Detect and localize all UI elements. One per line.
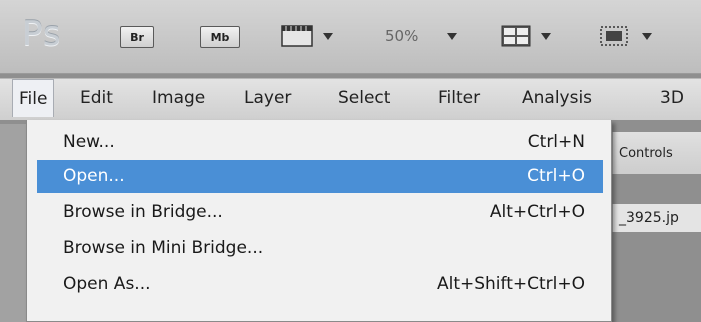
menu-item-shortcut: Ctrl+O xyxy=(527,166,585,186)
menu-item-shortcut: Alt+Shift+Ctrl+O xyxy=(436,274,585,294)
bridge-button[interactable]: Br xyxy=(120,26,154,48)
file-menu-browse-in-mini-bridge[interactable]: Browse in Mini Bridge... xyxy=(37,232,603,265)
screen-mode-button[interactable] xyxy=(598,22,658,52)
menu-filter-label: Filter xyxy=(438,88,481,108)
controls-panel-tab[interactable]: Controls xyxy=(612,132,701,174)
application-bar: Ps Br Mb 50% xyxy=(0,0,701,74)
menu-3d-label: 3D xyxy=(660,88,684,108)
chevron-down-icon xyxy=(323,33,333,40)
controls-panel-label: Controls xyxy=(619,145,673,161)
menu-image-label: Image xyxy=(152,88,206,108)
file-menu-dropdown: New... Ctrl+N Open... Ctrl+O Browse in B… xyxy=(26,120,612,322)
menu-3d[interactable]: 3D xyxy=(660,79,684,117)
menu-edit[interactable]: Edit xyxy=(80,79,113,117)
menu-layer-label: Layer xyxy=(244,88,292,108)
menu-edit-label: Edit xyxy=(80,88,113,108)
view-extras-button[interactable] xyxy=(280,22,334,52)
menu-item-shortcut: Alt+Ctrl+O xyxy=(489,202,585,222)
menu-item-label: Open... xyxy=(63,166,125,186)
chevron-down-icon[interactable] xyxy=(447,33,457,40)
chevron-down-icon xyxy=(541,33,551,40)
menu-item-shortcut: Ctrl+N xyxy=(527,132,585,152)
menu-select[interactable]: Select xyxy=(338,79,390,117)
menu-select-label: Select xyxy=(338,88,391,108)
menu-file[interactable]: File xyxy=(12,79,55,117)
menu-layer[interactable]: Layer xyxy=(244,79,291,117)
menu-analysis-label: Analysis xyxy=(522,88,593,108)
view-extras-icon xyxy=(281,25,313,47)
mini-bridge-button[interactable]: Mb xyxy=(200,26,240,48)
menu-filter[interactable]: Filter xyxy=(438,79,480,117)
menu-item-label: Browse in Mini Bridge... xyxy=(63,238,264,258)
arrange-documents-button[interactable] xyxy=(500,22,554,52)
zoom-level[interactable]: 50% xyxy=(385,27,418,45)
screen-mode-icon xyxy=(600,26,628,46)
arrange-documents-icon xyxy=(501,25,531,47)
bridge-label: Br xyxy=(130,30,144,44)
menu-item-label: Open As... xyxy=(63,274,151,294)
menu-item-label: New... xyxy=(63,132,115,152)
tools-panel-edge xyxy=(0,124,26,322)
menu-analysis[interactable]: Analysis xyxy=(522,79,592,117)
menu-image[interactable]: Image xyxy=(152,79,205,117)
mini-bridge-label: Mb xyxy=(210,30,230,44)
file-menu-browse-in-bridge[interactable]: Browse in Bridge... Alt+Ctrl+O xyxy=(37,196,603,229)
menu-item-label: Browse in Bridge... xyxy=(63,202,223,222)
document-tab-label: _3925.jp xyxy=(619,210,679,226)
file-menu-open-as[interactable]: Open As... Alt+Shift+Ctrl+O xyxy=(37,268,603,301)
photoshop-logo: Ps xyxy=(22,14,62,54)
chevron-down-icon xyxy=(642,33,652,40)
file-menu-new[interactable]: New... Ctrl+N xyxy=(37,126,603,159)
menu-file-label: File xyxy=(19,88,48,109)
file-menu-next-item[interactable] xyxy=(37,304,603,322)
file-menu-open[interactable]: Open... Ctrl+O xyxy=(37,160,603,193)
document-tab[interactable]: _3925.jp xyxy=(612,204,701,232)
menu-bar: File Edit Image Layer Select Filter Anal… xyxy=(0,78,701,120)
